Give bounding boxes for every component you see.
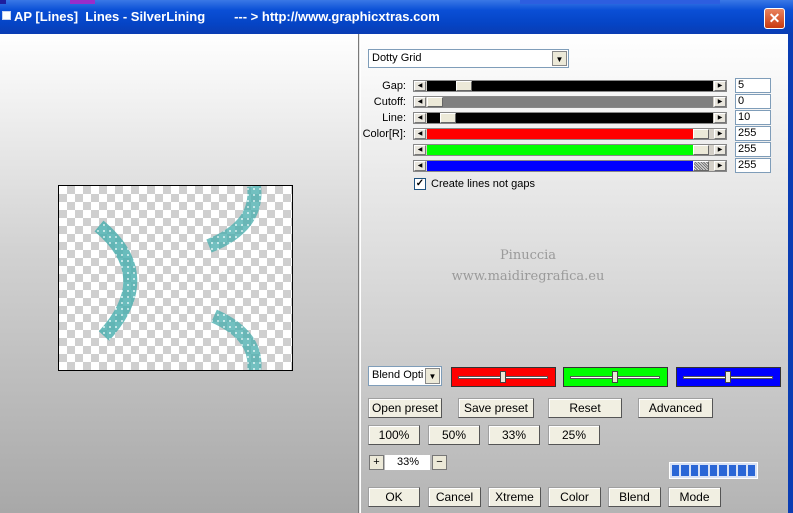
watermark-url: www.maidiregrafica.eu [451,269,605,284]
blue-slider-thumb[interactable] [693,161,709,171]
zoom-33-button[interactable]: 33% [488,425,540,445]
blend-button[interactable]: Blend [608,487,661,507]
taskbar-strip [0,0,6,4]
green-slider-thumb[interactable] [693,145,709,155]
red-slider[interactable]: ◀ ▶ [413,128,727,140]
arrow-left-icon[interactable]: ◀ [414,113,426,123]
blue-color-knob[interactable] [725,371,731,383]
red-slider-thumb[interactable] [693,129,709,139]
red-slider-fill [427,129,693,139]
blue-slider-fill [427,161,693,171]
cutoff-slider-thumb[interactable] [427,97,443,107]
arrow-right-icon[interactable]: ▶ [714,145,726,155]
green-value[interactable]: 255 [735,142,771,157]
preview-canvas[interactable] [58,185,293,371]
zoom-50-button[interactable]: 50% [428,425,480,445]
preview-curve [210,309,262,370]
window-icon [2,11,11,20]
progress-segment [672,465,680,476]
line-label: Line: [382,112,406,124]
green-color-box[interactable] [563,367,668,387]
mode-select[interactable]: Dotty Grid ▼ [368,49,569,68]
color-button[interactable]: Color [548,487,601,507]
progress-segment [747,465,755,476]
chevron-down-icon[interactable]: ▼ [425,368,440,384]
gap-label: Gap: [382,80,406,92]
blend-options-value: Blend Opti [372,369,424,381]
close-button[interactable]: ✕ [764,8,785,29]
window-border [788,34,793,513]
preview-curve [206,186,262,253]
zoom-25-button[interactable]: 25% [548,425,600,445]
arrow-left-icon[interactable]: ◀ [414,161,426,171]
gap-slider-thumb[interactable] [456,81,472,91]
zoom-value[interactable]: 33% [385,455,430,470]
progress-segment [681,465,689,476]
blue-slider[interactable]: ◀ ▶ [413,160,727,172]
cutoff-value[interactable]: 0 [735,94,771,109]
reset-button[interactable]: Reset [548,398,622,418]
save-preset-button[interactable]: Save preset [458,398,534,418]
arrow-right-icon[interactable]: ▶ [714,129,726,139]
progress-segment [738,465,746,476]
cutoff-slider-fill [427,97,713,107]
preview-curve [94,220,138,341]
create-lines-checkbox[interactable]: ✓ [414,178,426,190]
green-slider[interactable]: ◀ ▶ [413,144,727,156]
zoom-in-button[interactable]: + [369,455,384,470]
watermark-name: Pinuccia [499,248,557,263]
arrow-left-icon[interactable]: ◀ [414,145,426,155]
blue-color-box[interactable] [676,367,781,387]
mode-button[interactable]: Mode [668,487,721,507]
line-slider[interactable]: ◀ ▶ [413,112,727,124]
chevron-down-icon[interactable]: ▼ [552,51,567,66]
create-lines-label: Create lines not gaps [431,178,535,190]
taskbar-strip [520,0,720,4]
arrow-left-icon[interactable]: ◀ [414,97,426,107]
green-color-knob[interactable] [612,371,618,383]
xtreme-button[interactable]: Xtreme [488,487,541,507]
gap-slider[interactable]: ◀ ▶ [413,80,727,92]
red-color-knob[interactable] [500,371,506,383]
arrow-left-icon[interactable]: ◀ [414,129,426,139]
arrow-right-icon[interactable]: ▶ [714,161,726,171]
zoom-out-button[interactable]: − [432,455,447,470]
progress-segment [700,465,708,476]
taskbar-strip [70,0,95,4]
gap-value[interactable]: 5 [735,78,771,93]
ok-button[interactable]: OK [368,487,420,507]
progress-segment [709,465,718,476]
cutoff-label: Cutoff: [373,96,406,108]
progress-indicator [669,462,758,479]
arrow-right-icon[interactable]: ▶ [714,81,726,91]
window-title: AP [Lines] Lines - SilverLining --- > ht… [14,9,440,24]
green-slider-fill [427,145,693,155]
zoom-100-button[interactable]: 100% [368,425,420,445]
line-slider-thumb[interactable] [440,113,456,123]
progress-segment [728,465,737,476]
cancel-button[interactable]: Cancel [428,487,481,507]
red-color-box[interactable] [451,367,556,387]
progress-segment [690,465,699,476]
advanced-button[interactable]: Advanced [638,398,713,418]
blue-value[interactable]: 255 [735,158,771,173]
line-slider-fill [427,113,713,123]
color-r-label: Color[R]: [362,128,406,140]
red-value[interactable]: 255 [735,126,771,141]
blend-options-select[interactable]: Blend Opti ▼ [368,366,442,386]
arrow-right-icon[interactable]: ▶ [714,113,726,123]
arrow-left-icon[interactable]: ◀ [414,81,426,91]
line-value[interactable]: 10 [735,110,771,125]
progress-segment [719,465,727,476]
mode-select-value: Dotty Grid [372,52,422,64]
cutoff-slider[interactable]: ◀ ▶ [413,96,727,108]
title-bar: AP [Lines] Lines - SilverLining --- > ht… [0,0,793,34]
open-preset-button[interactable]: Open preset [368,398,442,418]
arrow-right-icon[interactable]: ▶ [714,97,726,107]
preview-image [94,186,262,370]
